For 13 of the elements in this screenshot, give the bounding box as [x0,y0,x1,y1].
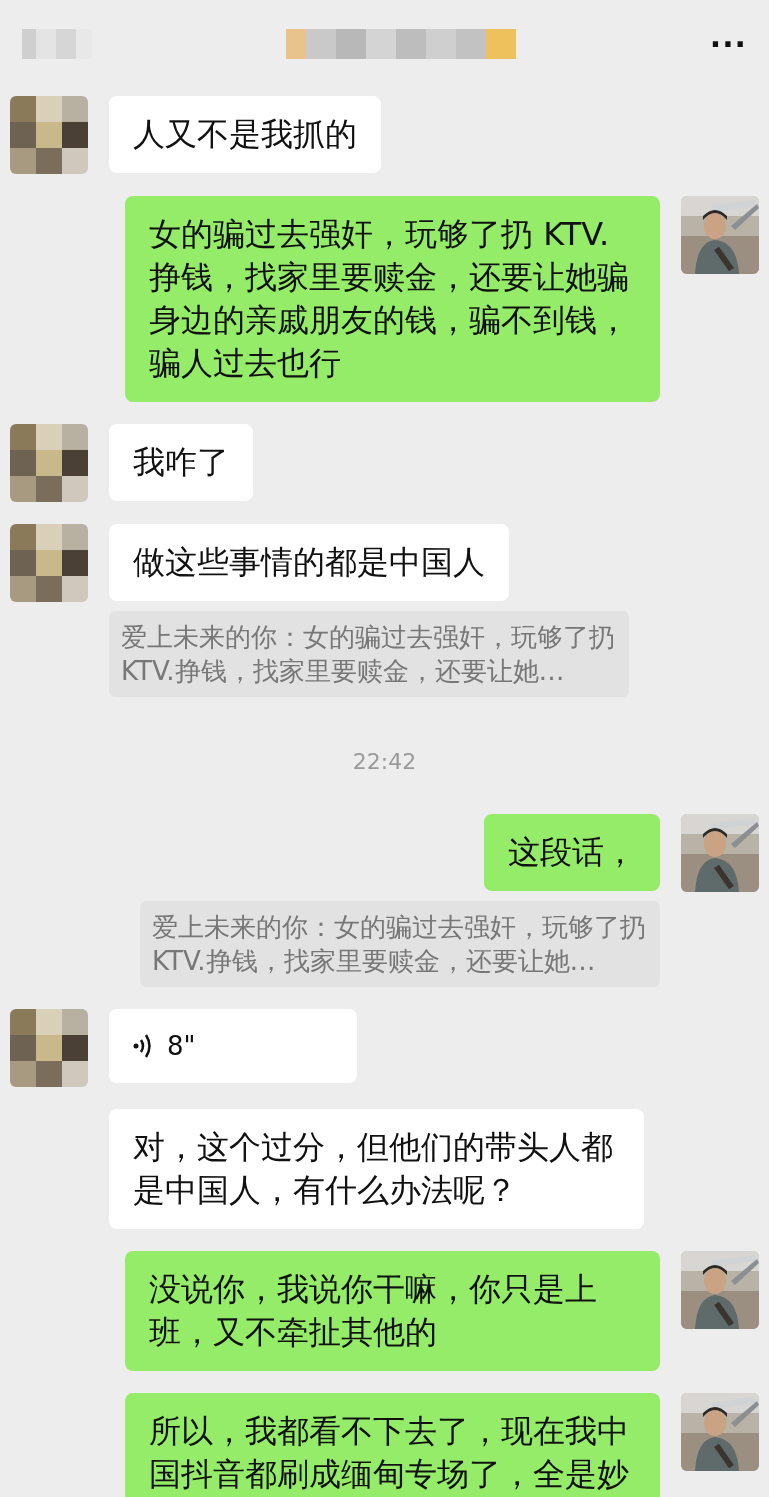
message-bubble: 女的骗过去强奸，玩够了扔 KTV.挣钱，找家里要赎金，还要让她骗身边的亲戚朋友的钱，骗不到钱，骗人过去也行 [125,196,660,402]
voice-icon [133,1032,153,1060]
message-bubble: 这段话， [484,814,660,891]
message-bubble: 所以，我都看不下去了，现在我中国抖音都刷成缅甸专场了，全是妙 [125,1393,660,1497]
more-button[interactable]: ··· [709,26,747,62]
timestamp: 22:42 [351,749,418,774]
message-bubble: 我咋了 [109,424,253,501]
message-bubble: 没说你，我说你干嘛，你只是上班，又不牵扯其他的 [125,1251,660,1371]
message-bubble: 做这些事情的都是中国人 [109,524,509,601]
voice-duration: 8" [167,1030,196,1063]
message-bubble: 人又不是我抓的 [109,96,381,173]
voice-message[interactable]: 8" [109,1009,357,1083]
message-bubble: 对，这个过分，但他们的带头人都是中国人，有什么办法呢？ [109,1109,644,1229]
